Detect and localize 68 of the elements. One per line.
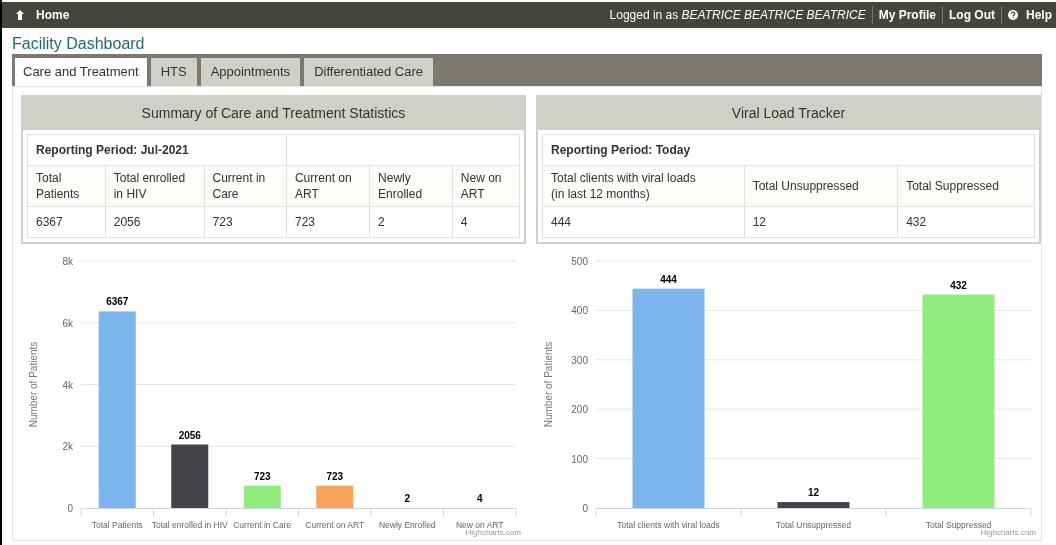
x-tick-label: Newly Enrolled: [378, 520, 436, 530]
reporting-period: Reporting Period: Jul-2021: [27, 134, 287, 166]
data-label: 444: [660, 273, 677, 285]
column-header: Current on ART: [286, 165, 370, 207]
nav-link[interactable]: My Profile: [871, 6, 942, 24]
column-header: Total Suppressed: [897, 165, 1035, 207]
x-tick-label: Total enrolled in HIV: [151, 520, 228, 530]
y-tick-label: 300: [571, 354, 588, 366]
table-cell: 432: [897, 206, 1035, 238]
help-link[interactable]: Help: [1026, 6, 1052, 24]
y-tick-label: 8k: [62, 256, 73, 267]
y-tick-label: 200: [571, 404, 588, 416]
home-icon[interactable]: [16, 10, 24, 20]
nav-link[interactable]: Log Out: [942, 6, 1001, 24]
logged-in-text: Logged in as BEATRICE BEATRICE BEATRICE: [609, 7, 867, 24]
help-icon[interactable]: [1008, 10, 1018, 20]
y-tick-label: 4k: [62, 379, 73, 391]
bar: [171, 444, 209, 508]
x-tick-label: Total Unsuppressed: [775, 520, 852, 530]
card-title: Summary of Care and Treatment Statistics: [23, 97, 524, 130]
bar: [316, 485, 354, 508]
x-tick-label: Current on ART: [305, 520, 365, 530]
table-cell: 723: [286, 206, 370, 238]
x-tick-label: Total Patients: [91, 520, 143, 530]
column-header: Newly Enrolled: [369, 165, 453, 207]
y-axis-title: Number of Patients: [28, 341, 39, 428]
data-label: 723: [326, 470, 344, 482]
column-header: Total enrolled in HIV: [105, 165, 205, 207]
table-cell: 444: [542, 206, 745, 238]
table-cell: 12: [744, 206, 898, 238]
y-tick-label: 2k: [62, 441, 73, 453]
x-tick-label: Current in Care: [233, 520, 292, 530]
table-cell: 6367: [27, 206, 106, 238]
column-header: Total Patients: [27, 165, 106, 207]
x-tick-label: Total clients with viral loads: [617, 520, 720, 530]
table-cell: 2: [369, 206, 453, 238]
y-tick-label: 0: [67, 503, 73, 514]
data-label: 2056: [178, 429, 201, 441]
column-header: Total Unsuppressed: [744, 165, 898, 207]
y-tick-label: 500: [571, 256, 588, 267]
data-label: 2: [404, 492, 411, 504]
data-label: 432: [950, 279, 967, 291]
x-tick-label: New on ART: [455, 520, 504, 530]
data-label: 723: [253, 470, 271, 482]
y-tick-label: 0: [582, 503, 588, 514]
card-title: Viral Load Tracker: [538, 97, 1039, 130]
y-tick-label: 400: [571, 305, 588, 317]
tab[interactable]: Differentiated Care: [304, 58, 433, 86]
tab[interactable]: HTS: [150, 58, 197, 86]
x-tick-label: Total Suppressed: [925, 520, 992, 530]
table-cell: 4: [452, 206, 520, 238]
column-header: Current in Care: [204, 165, 287, 207]
tab[interactable]: Appointments: [200, 58, 301, 86]
tab[interactable]: Care and Treatment: [15, 58, 147, 86]
home-link[interactable]: Home: [36, 6, 70, 24]
reporting-period: Reporting Period: Today: [542, 134, 1035, 166]
bar: [243, 485, 281, 508]
column-header: Total clients with viral loads (in last 12 months): [542, 165, 745, 207]
y-tick-label: 6k: [62, 317, 73, 329]
column-header: New on ART: [452, 165, 520, 207]
table-cell: 723: [204, 206, 287, 238]
data-label: 6367: [106, 296, 129, 308]
data-label: 4: [476, 492, 483, 504]
y-axis-title: Number of Patients: [543, 341, 554, 428]
page-title: Facility Dashboard: [12, 34, 146, 54]
table-cell: 2056: [105, 206, 205, 238]
data-label: 12: [807, 487, 820, 499]
y-tick-label: 100: [571, 453, 588, 465]
